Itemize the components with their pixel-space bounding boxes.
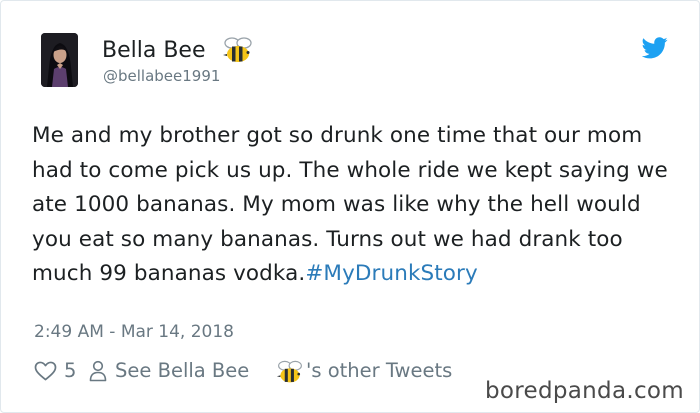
tweet-text: Me and my brother got so drunk one time … xyxy=(32,119,682,292)
person-icon[interactable] xyxy=(89,360,107,382)
hashtag-link[interactable]: #MyDrunkStory xyxy=(305,261,477,286)
avatar[interactable] xyxy=(41,33,78,87)
author-handle[interactable]: @bellabee1991 xyxy=(103,67,220,85)
author-name[interactable]: Bella Bee xyxy=(102,37,206,65)
tweet-timestamp[interactable]: 2:49 AM - Mar 14, 2018 xyxy=(34,321,234,343)
boredpanda-watermark: boredpanda.com xyxy=(485,378,684,404)
twitter-bird-icon[interactable] xyxy=(642,37,668,59)
bee-emoji-icon xyxy=(276,360,302,383)
other-tweets-label[interactable]: 's other Tweets xyxy=(306,358,452,384)
heart-icon[interactable] xyxy=(34,361,57,381)
bee-emoji-icon xyxy=(223,37,252,62)
tweet-card: Bella Bee @bellabee1991 Me and my brothe… xyxy=(0,0,700,413)
like-count: 5 xyxy=(64,359,77,382)
see-other-tweets-link[interactable]: See Bella Bee xyxy=(115,358,249,384)
